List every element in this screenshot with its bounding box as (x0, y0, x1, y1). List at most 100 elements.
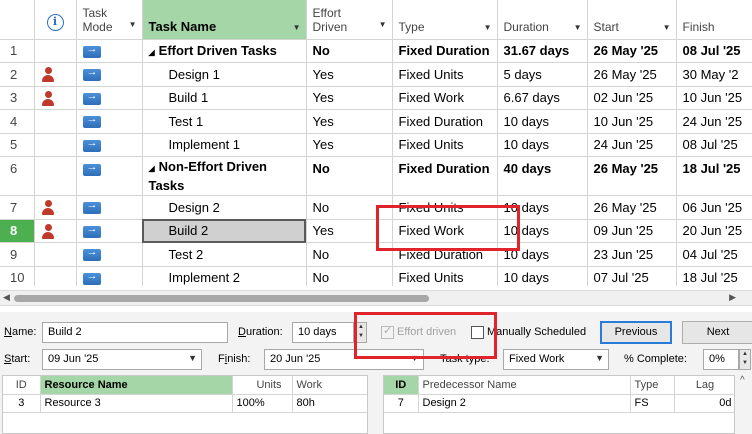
resource-units-header[interactable]: Units (232, 376, 293, 395)
type-cell[interactable]: Fixed Units (392, 133, 498, 157)
finish-date-input[interactable]: 20 Jun '25 ▼ (264, 349, 424, 370)
resource-work-cell[interactable]: 80h (292, 394, 367, 413)
chevron-down-icon[interactable]: ▼ (188, 353, 197, 363)
task-name-cell[interactable]: Implement 2 (142, 266, 307, 286)
effort-driven-cell[interactable]: No (306, 266, 393, 286)
table-row[interactable]: 4 Test 1 Yes Fixed Duration 10 days 10 J… (0, 109, 752, 134)
effort-driven-cell[interactable]: Yes (306, 219, 393, 243)
chevron-down-icon[interactable]: ▼ (740, 359, 750, 368)
percent-complete-stepper[interactable]: ▲ ▼ (739, 349, 751, 370)
task-name-cell[interactable]: Design 1 (142, 62, 307, 87)
scroll-left-icon[interactable]: ◀ (3, 292, 10, 303)
task-name-cell[interactable]: Test 2 (142, 242, 307, 267)
type-cell[interactable]: Fixed Work (392, 86, 498, 110)
type-cell[interactable]: Fixed Work (392, 219, 498, 243)
task-type-select[interactable]: Fixed Work ▼ (503, 349, 609, 370)
finish-cell[interactable]: 08 Jul '25 (676, 39, 752, 63)
predecessor-name-cell[interactable]: Design 2 (418, 394, 631, 413)
chevron-down-icon[interactable]: ▼ (574, 23, 582, 32)
table-row[interactable]: 3 Build 1 Yes Fixed Work 6.67 days 02 Ju… (0, 86, 752, 110)
start-cell[interactable]: 09 Jun '25 (587, 219, 677, 243)
row-id[interactable]: 7 (0, 195, 35, 220)
header-indicators[interactable]: i (34, 0, 77, 40)
table-row[interactable]: 2 Design 1 Yes Fixed Units 5 days 26 May… (0, 62, 752, 87)
chevron-up-icon[interactable]: ▲ (356, 323, 366, 332)
predecessor-id-header[interactable]: ID (384, 376, 419, 395)
table-row[interactable]: 5 Implement 1 Yes Fixed Units 10 days 24… (0, 133, 752, 157)
type-cell[interactable]: Fixed Units (392, 266, 498, 286)
task-name-cell[interactable]: Build 2 (142, 219, 307, 243)
task-mode-cell[interactable] (76, 156, 143, 196)
start-date-input[interactable]: 09 Jun '25 ▼ (42, 349, 202, 370)
header-effort-driven[interactable]: Effort Driven ▼ (306, 0, 393, 40)
predecessor-name-header[interactable]: Predecessor Name (418, 376, 631, 395)
resource-work-header[interactable]: Work (292, 376, 367, 395)
effort-driven-cell[interactable]: Yes (306, 133, 393, 157)
effort-driven-cell[interactable]: No (306, 195, 393, 220)
previous-button[interactable]: Previous (600, 321, 672, 344)
duration-cell[interactable]: 31.67 days (497, 39, 588, 63)
chevron-up-icon[interactable]: ▲ (740, 350, 750, 359)
finish-cell[interactable]: 08 Jul '25 (676, 133, 752, 157)
predecessor-type-cell[interactable]: FS (630, 394, 675, 413)
header-finish[interactable]: Finish (676, 0, 752, 40)
table-row[interactable]: 9 Test 2 No Fixed Duration 10 days 23 Ju… (0, 242, 752, 267)
chevron-down-icon[interactable]: ▼ (129, 18, 137, 32)
collapse-triangle-icon[interactable]: ◢ (149, 48, 155, 57)
duration-cell[interactable]: 10 days (497, 109, 588, 134)
task-mode-cell[interactable] (76, 62, 143, 87)
task-mode-cell[interactable] (76, 242, 143, 267)
row-id[interactable]: 6 (0, 156, 35, 196)
task-mode-cell[interactable] (76, 109, 143, 134)
task-name-cell[interactable]: ◢ Effort Driven Tasks (142, 39, 307, 63)
header-id[interactable] (0, 0, 35, 40)
chevron-down-icon[interactable]: ▼ (293, 23, 301, 32)
row-id[interactable]: 10 (0, 266, 35, 286)
finish-cell[interactable]: 04 Jul '25 (676, 242, 752, 267)
resource-name-cell[interactable]: Resource 3 (40, 394, 233, 413)
manually-scheduled-checkbox[interactable] (471, 326, 484, 339)
task-name-cell[interactable]: Test 1 (142, 109, 307, 134)
task-name-cell[interactable]: Implement 1 (142, 133, 307, 157)
task-mode-cell[interactable] (76, 39, 143, 63)
type-cell[interactable]: Fixed Duration (392, 39, 498, 63)
task-mode-cell[interactable] (76, 86, 143, 110)
duration-cell[interactable]: 10 days (497, 219, 588, 243)
effort-driven-cell[interactable]: Yes (306, 86, 393, 110)
header-task-name[interactable]: Task Name ▼ (142, 0, 307, 40)
effort-driven-cell[interactable]: No (306, 156, 393, 196)
row-id[interactable]: 3 (0, 86, 35, 110)
duration-cell[interactable]: 10 days (497, 133, 588, 157)
resource-row[interactable]: 3 Resource 3 100% 80h (3, 394, 367, 413)
predecessor-lag-header[interactable]: Lag (674, 376, 734, 395)
resource-units-cell[interactable]: 100% (232, 394, 293, 413)
start-cell[interactable]: 07 Jul '25 (587, 266, 677, 286)
finish-cell[interactable]: 30 May '2 (676, 62, 752, 87)
task-mode-cell[interactable] (76, 266, 143, 286)
task-mode-cell[interactable] (76, 133, 143, 157)
next-button[interactable]: Next (682, 321, 752, 344)
collapse-triangle-icon[interactable]: ◢ (149, 164, 155, 173)
type-cell[interactable]: Fixed Units (392, 195, 498, 220)
table-row[interactable]: 10 Implement 2 No Fixed Units 10 days 07… (0, 266, 752, 286)
row-id[interactable]: 9 (0, 242, 35, 267)
finish-cell[interactable]: 18 Jul '25 (676, 266, 752, 286)
task-name-cell[interactable]: Build 1 (142, 86, 307, 110)
table-row-selected[interactable]: 8 Build 2 Yes Fixed Work 10 days 09 Jun … (0, 219, 752, 243)
duration-cell[interactable]: 40 days (497, 156, 588, 196)
predecessor-id-cell[interactable]: 7 (384, 394, 419, 413)
effort-driven-cell[interactable]: Yes (306, 62, 393, 87)
chevron-down-icon[interactable]: ▼ (663, 23, 671, 32)
effort-driven-cell[interactable]: No (306, 242, 393, 267)
row-id[interactable]: 1 (0, 39, 35, 63)
scrollbar-thumb[interactable] (14, 295, 429, 302)
effort-driven-cell[interactable]: Yes (306, 109, 393, 134)
finish-cell[interactable]: 06 Jun '25 (676, 195, 752, 220)
resource-id-cell[interactable]: 3 (3, 394, 41, 413)
type-cell[interactable]: Fixed Duration (392, 156, 498, 196)
type-cell[interactable]: Fixed Duration (392, 109, 498, 134)
task-name-cell[interactable]: Design 2 (142, 195, 307, 220)
task-mode-cell[interactable] (76, 195, 143, 220)
start-cell[interactable]: 26 May '25 (587, 156, 677, 196)
finish-cell[interactable]: 10 Jun '25 (676, 86, 752, 110)
